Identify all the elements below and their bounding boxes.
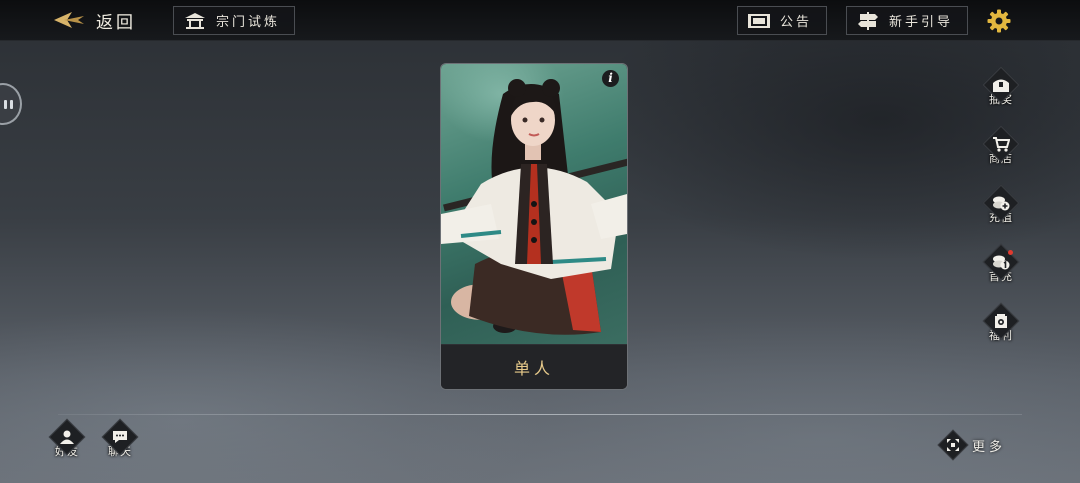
treasure-chest-icon — [992, 77, 1010, 93]
pavilion-icon — [184, 12, 206, 30]
shop-button[interactable]: 商店 — [980, 125, 1022, 175]
guide-label: 新手引导 — [889, 15, 954, 30]
character-illustration: i — [441, 64, 627, 344]
chat-bubble-icon — [112, 429, 128, 445]
coins-one-icon — [992, 254, 1010, 270]
back-arrow-icon — [54, 12, 84, 28]
solo-mode-card[interactable]: i 单人 — [440, 63, 628, 390]
first-recharge-button[interactable]: 首充 — [980, 243, 1022, 293]
friends-button[interactable]: 好友 — [47, 418, 87, 468]
card-footer: 单人 — [441, 344, 627, 389]
notice-button[interactable]: 公告 — [737, 6, 827, 35]
welfare-button[interactable]: 福利 — [980, 302, 1022, 352]
notification-dot — [1008, 250, 1013, 255]
lottery-button[interactable]: 抽奖 — [980, 66, 1022, 116]
gift-bag-icon — [992, 313, 1010, 329]
guide-button[interactable]: 新手引导 — [846, 6, 968, 35]
top-bar: 返回 宗门试炼 公告 新手引导 — [0, 0, 1080, 41]
card-title: 单人 — [513, 359, 554, 378]
info-icon[interactable]: i — [602, 70, 619, 87]
more-label: 更多 — [972, 439, 1007, 455]
chat-button[interactable]: 聊天 — [100, 418, 140, 468]
sect-trial-label: 宗门试炼 — [216, 15, 281, 30]
shopping-cart-icon — [992, 136, 1010, 152]
back-button[interactable]: 返回 — [52, 6, 152, 34]
expand-arrows-icon — [946, 438, 960, 452]
back-label: 返回 — [96, 12, 136, 33]
person-icon — [59, 429, 75, 445]
settings-gear-icon[interactable] — [987, 9, 1011, 33]
notice-label: 公告 — [780, 15, 813, 30]
sect-trial-button[interactable]: 宗门试炼 — [173, 6, 295, 35]
scroll-icon — [748, 12, 770, 30]
signpost-icon — [857, 11, 879, 30]
more-button[interactable]: 更多 — [937, 429, 1018, 461]
coins-plus-icon — [992, 195, 1010, 211]
side-panel-handle[interactable] — [0, 83, 22, 125]
bottom-divider — [58, 414, 1022, 415]
recharge-button[interactable]: 充值 — [980, 184, 1022, 234]
